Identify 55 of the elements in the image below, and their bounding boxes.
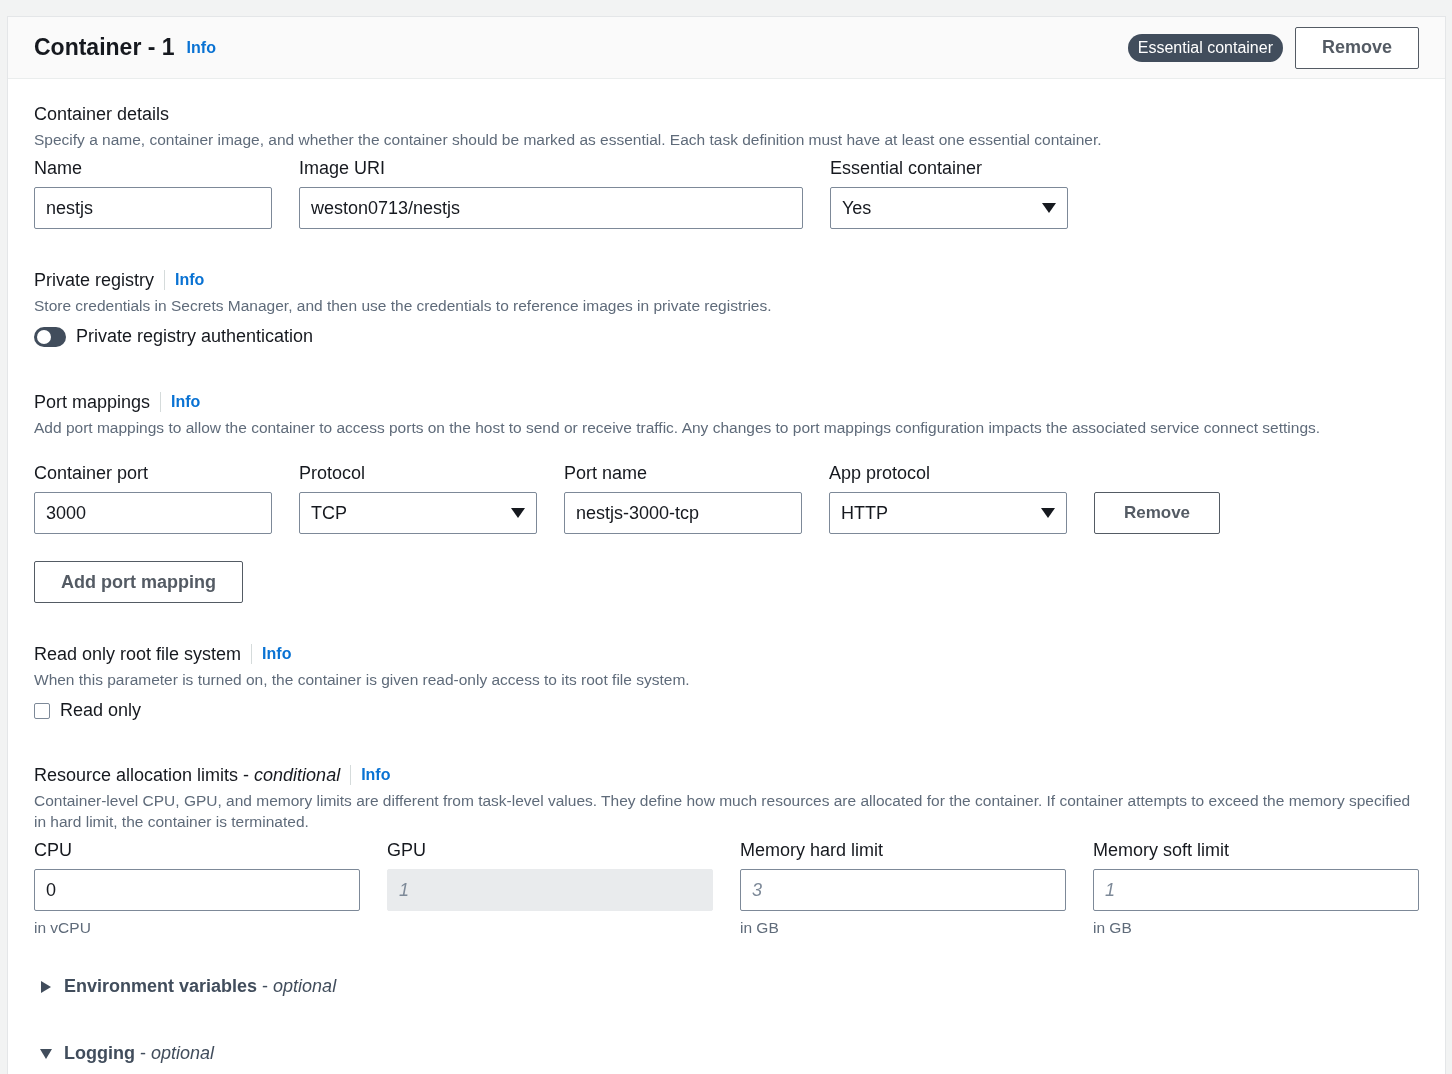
input-field[interactable]: 3 <box>740 869 1066 911</box>
toggle-label: Private registry authentication <box>76 326 314 347</box>
select-field[interactable]: HTTP <box>829 492 1067 534</box>
info-link[interactable]: Info <box>262 645 292 663</box>
section-title: Resource allocation limits - conditional <box>34 764 341 786</box>
input-field[interactable]: 0 <box>34 869 360 911</box>
input-field[interactable]: nestjs-3000-tcp <box>564 492 802 534</box>
checkbox[interactable] <box>34 702 50 719</box>
section-title: Container details <box>34 103 170 125</box>
toggle-switch[interactable] <box>34 326 66 347</box>
field-label: Image URI <box>299 158 387 179</box>
input-field[interactable]: 3000 <box>34 492 272 534</box>
select-field[interactable]: TCP <box>299 492 537 534</box>
field-hint: in vCPU <box>34 919 92 938</box>
expandable-section[interactable]: Logging - optional <box>34 1043 1419 1064</box>
field-label: App protocol <box>829 463 932 484</box>
field-label: Essential container <box>830 158 984 179</box>
section-title: Private registry <box>34 269 155 291</box>
input-field[interactable]: weston0713/nestjs <box>299 187 803 229</box>
remove-button[interactable]: Remove <box>1294 26 1419 69</box>
field-label: CPU <box>34 840 73 861</box>
field-label: GPU <box>387 840 427 861</box>
field-label: Memory hard limit <box>740 840 885 861</box>
section-description: Container-level CPU, GPU, and memory limits are different from task-level values. They define how much resources are allocated for the container. If container attempts to exceed the memory specified in hard limit, the container is terminated. <box>34 791 1412 832</box>
caret-down-icon <box>511 508 525 518</box>
section-description: Specify a name, container image, and whether the container should be marked as essential. Each task definition must have at least one essential container. <box>34 130 1103 150</box>
field-label: Container port <box>34 463 150 484</box>
section-title: Read only root file system <box>34 643 242 665</box>
field-label: Protocol <box>299 463 367 484</box>
section-description: Store credentials in Secrets Manager, and then use the credentials to reference images in private registries. <box>34 296 773 316</box>
expandable-section[interactable]: Environment variables - optional <box>34 976 1419 997</box>
field-hint: in GB <box>1093 919 1133 938</box>
input-field[interactable]: 1 <box>1093 869 1419 911</box>
card-title: Container - 1 <box>34 34 175 61</box>
field-label: Memory soft limit <box>1093 840 1230 861</box>
checkbox-label: Read only <box>60 700 142 721</box>
caret-down-icon <box>1041 508 1055 518</box>
caret-right-icon <box>40 980 52 993</box>
section-description: When this parameter is turned on, the container is given read-only access to its root file system. <box>34 670 691 690</box>
info-link[interactable]: Info <box>186 38 216 57</box>
remove-button[interactable]: Remove <box>1094 492 1220 534</box>
input-field[interactable]: nestjs <box>34 187 272 229</box>
field-label: Port name <box>564 463 649 484</box>
info-link[interactable]: Info <box>171 393 201 411</box>
info-link[interactable]: Info <box>361 766 391 784</box>
section-description: Add port mappings to allow the container to access ports on the host to send or receive traffic. Any changes to port mappings configuration impacts the associated service connect settings. <box>34 418 1322 438</box>
status-badge: Essential container <box>1127 33 1283 62</box>
add-port-mapping-button[interactable]: Add port mapping <box>34 561 243 603</box>
section-title: Port mappings <box>34 391 151 413</box>
field-hint: in GB <box>740 919 780 938</box>
select-field[interactable]: Yes <box>830 187 1068 229</box>
caret-down-icon <box>40 1047 52 1060</box>
field-label: Name <box>34 158 83 179</box>
caret-down-icon <box>1042 203 1056 213</box>
info-link[interactable]: Info <box>175 271 205 289</box>
